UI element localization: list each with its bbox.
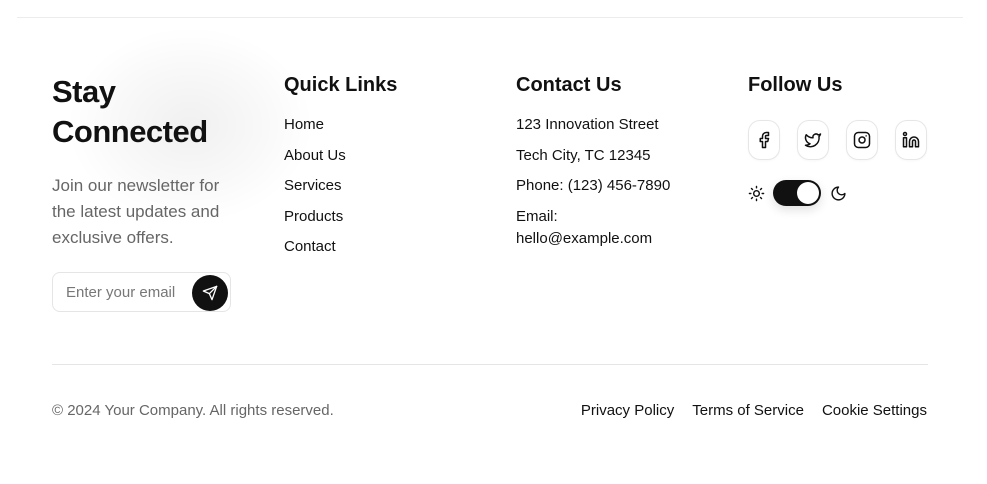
- follow-heading: Follow Us: [748, 74, 843, 96]
- newsletter-title-line2: Connected: [52, 114, 208, 149]
- link-home[interactable]: Home: [284, 115, 484, 135]
- contact-heading: Contact Us: [516, 74, 622, 96]
- moon-icon: [831, 185, 846, 201]
- link-products[interactable]: Products: [284, 207, 484, 227]
- terms-of-service-link[interactable]: Terms of Service: [692, 401, 804, 421]
- twitter-icon: [804, 133, 822, 148]
- link-services[interactable]: Services: [284, 176, 484, 196]
- quick-links-section: Quick Links Home About Us Services Produ…: [284, 72, 484, 257]
- quick-links-list: Home About Us Services Products Contact: [284, 115, 484, 257]
- theme-switcher: [748, 180, 948, 206]
- facebook-button[interactable]: [748, 120, 780, 160]
- newsletter-form: [52, 272, 231, 312]
- follow-section: Follow Us: [748, 72, 948, 206]
- newsletter-description: Join our newsletter for the latest updat…: [52, 176, 220, 247]
- privacy-policy-link[interactable]: Privacy Policy: [581, 401, 674, 421]
- facebook-icon: [759, 131, 770, 149]
- cookie-settings-link[interactable]: Cookie Settings: [822, 401, 927, 421]
- quick-links-heading: Quick Links: [284, 74, 398, 96]
- copyright-text: © 2024 Your Company. All rights reserved…: [52, 402, 334, 419]
- sun-icon: [748, 185, 765, 201]
- newsletter-section: Stay Connected Join our newsletter for t…: [52, 72, 252, 251]
- subscribe-button[interactable]: [192, 275, 228, 311]
- linkedin-button[interactable]: [895, 120, 927, 160]
- theme-toggle-knob: [797, 182, 819, 204]
- contact-email: hello@example.com: [516, 229, 653, 247]
- contact-section: Contact Us 123 Innovation Street Tech Ci…: [516, 72, 726, 249]
- link-about-us[interactable]: About Us: [284, 146, 484, 166]
- send-icon: [202, 285, 218, 301]
- linkedin-icon: [902, 131, 920, 148]
- contact-street: 123 Innovation Street: [516, 116, 659, 133]
- email-input[interactable]: [66, 282, 191, 302]
- newsletter-title: Stay Connected: [52, 72, 252, 152]
- contact-email-label: Email:: [516, 207, 558, 225]
- legal-links: Privacy Policy Terms of Service Cookie S…: [581, 401, 927, 421]
- contact-details: 123 Innovation Street Tech City, TC 1234…: [516, 115, 726, 249]
- theme-toggle[interactable]: [773, 180, 821, 206]
- contact-phone: Phone: (123) 456-7890: [516, 177, 671, 194]
- contact-city: Tech City, TC 12345: [516, 146, 651, 164]
- top-divider: [17, 17, 963, 18]
- social-links: [748, 120, 948, 160]
- link-contact[interactable]: Contact: [284, 237, 484, 257]
- twitter-button[interactable]: [797, 120, 829, 160]
- newsletter-title-line1: Stay: [52, 74, 116, 109]
- footer-divider: [52, 364, 928, 365]
- instagram-button[interactable]: [846, 120, 878, 160]
- instagram-icon: [853, 131, 871, 149]
